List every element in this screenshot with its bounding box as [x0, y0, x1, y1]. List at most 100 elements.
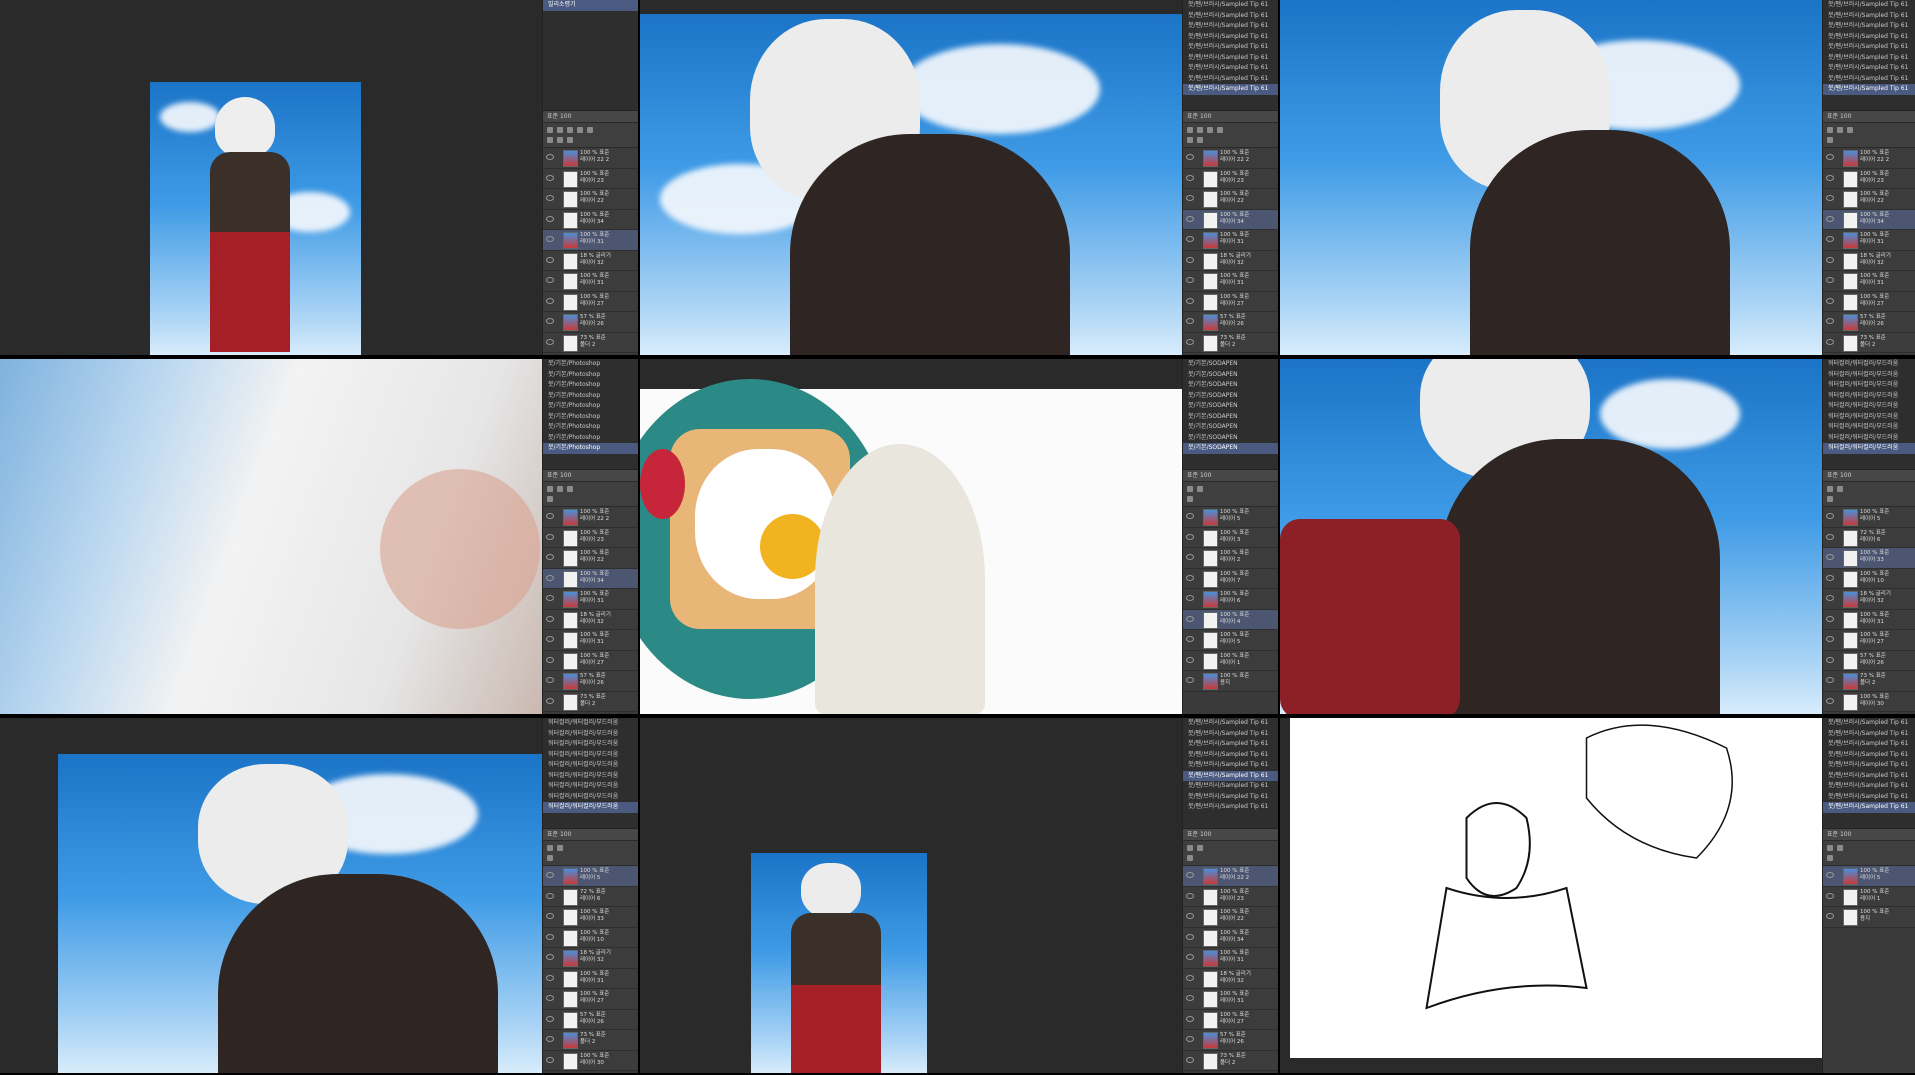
layer-row[interactable]: 100 % 표준 레이어 34 [1823, 209, 1915, 230]
brush-item[interactable]: 붓/펜/브러시/Sampled Tip 61 [1183, 781, 1278, 792]
eye-icon[interactable] [1826, 513, 1834, 519]
brush-item[interactable]: 붓/기본/SODAPEN [1183, 380, 1278, 391]
eye-icon[interactable] [546, 318, 554, 324]
layer-row[interactable]: 100 % 표준 레이어 33 [543, 907, 638, 928]
eye-icon[interactable] [1826, 554, 1834, 560]
brush-item[interactable]: 워터컬러/워터컬러/부드러움 [543, 771, 638, 782]
brush-item[interactable]: 붓/기본/SODAPEN [1183, 412, 1278, 423]
brush-item[interactable]: 붓/펜/브러시/Sampled Tip 61 [1183, 84, 1278, 95]
layer-row[interactable]: 73 % 표준 폴더 2 [543, 691, 638, 712]
eye-icon[interactable] [1826, 615, 1834, 622]
layer-row[interactable]: 57 % 표준 레이어 26 [543, 1009, 638, 1030]
brush-item[interactable]: 붓/펜/브러시/Sampled Tip 61 [1823, 739, 1915, 750]
eye-icon[interactable] [1826, 636, 1834, 642]
brush-item[interactable]: 붓/펜/브러시/Sampled Tip 61 [1183, 770, 1278, 781]
brush-item[interactable]: 붓/펜/브러시/Sampled Tip 61 [1823, 802, 1915, 813]
brush-item[interactable]: 붓/기본/Photoshop [543, 433, 638, 444]
layer-row[interactable]: 100 % 표준 레이어 33 [1823, 548, 1915, 569]
eye-icon[interactable] [546, 215, 554, 222]
layer-row[interactable]: 100 % 표준 레이어 30 [1823, 691, 1915, 712]
brush-item[interactable]: 붓/펜/브러시/Sampled Tip 61 [1823, 750, 1915, 761]
layer-tools[interactable] [1183, 482, 1278, 507]
canvas-area[interactable] [0, 0, 543, 355]
eye-icon[interactable] [1186, 215, 1194, 222]
layer-row[interactable]: 100 % 표준 레이어 34 [1183, 209, 1278, 230]
layer-row[interactable]: 100 % 표준 레이어 23 [543, 168, 638, 189]
layer-row[interactable]: 100 % 표준 레이어 2 [1183, 548, 1278, 569]
layer-row[interactable]: 100 % 표준 레이어 22 [543, 189, 638, 210]
brush-item[interactable]: 붓/펜/브러시/Sampled Tip 61 [1183, 760, 1278, 771]
layer-row[interactable]: 100 % 표준 레이어 30 [543, 1050, 638, 1071]
eye-icon[interactable] [546, 236, 554, 242]
canvas-area[interactable] [640, 718, 1183, 1073]
layer-tools[interactable] [543, 841, 638, 866]
eye-icon[interactable] [1186, 677, 1194, 683]
layer-row[interactable]: 100 % 표준 레이어 7 [1183, 568, 1278, 589]
eye-icon[interactable] [1826, 595, 1834, 601]
eye-icon[interactable] [1186, 195, 1194, 201]
layer-row[interactable]: 73 % 표준 폴더 2 [1823, 332, 1915, 353]
brush-item[interactable]: 붓/펜/브러시/Sampled Tip 61 [1183, 729, 1278, 740]
brush-item[interactable]: 붓/펜/브러시/Sampled Tip 61 [1823, 21, 1915, 32]
eye-icon[interactable] [1186, 954, 1194, 960]
layer-row[interactable]: 72 % 표준 레이어 6 [543, 886, 638, 907]
canvas-area[interactable] [640, 0, 1183, 355]
layer-row[interactable]: 18 % 글리기 레이어 32 [543, 250, 638, 271]
layer-row[interactable]: 100 % 표준 레이어 5 [1823, 866, 1915, 887]
layer-row[interactable]: 100 % 표준 레이어 27 [1823, 630, 1915, 651]
eye-icon[interactable] [1826, 256, 1834, 263]
eye-icon[interactable] [1186, 513, 1194, 519]
layer-row[interactable]: 100 % 표준 레이어 22 2 [1183, 866, 1278, 887]
brush-item[interactable]: 워터컬러/워터컬러/부드러움 [1823, 412, 1915, 423]
layer-row[interactable]: 100 % 표준 레이어 10 [1823, 568, 1915, 589]
layer-row[interactable]: 18 % 글리기 레이어 32 [1183, 250, 1278, 271]
eye-icon[interactable] [546, 1015, 554, 1022]
brush-item[interactable]: 붓/펜/브러시/Sampled Tip 61 [1823, 760, 1915, 771]
brush-item[interactable]: 워터컬러/워터컬러/부드러움 [1823, 370, 1915, 381]
eye-icon[interactable] [546, 697, 554, 704]
eye-icon[interactable] [1826, 277, 1834, 283]
layer-row[interactable]: 100 % 표준 레이어 5 [543, 866, 638, 887]
eye-icon[interactable] [546, 636, 554, 642]
layer-row[interactable]: 57 % 표준 레이어 26 [1823, 312, 1915, 333]
layer-row[interactable]: 100 % 표준 레이어 1 [1823, 886, 1915, 907]
eye-icon[interactable] [1186, 892, 1194, 899]
layer-row[interactable]: 100 % 표준 레이어 23 [543, 527, 638, 548]
eye-icon[interactable] [1186, 974, 1194, 981]
brush-item[interactable]: 붓/기본/SODAPEN [1183, 443, 1278, 454]
eye-icon[interactable] [1826, 677, 1834, 683]
brush-item[interactable]: 붓/펜/브러시/Sampled Tip 61 [1823, 63, 1915, 74]
layer-tools[interactable] [1183, 123, 1278, 148]
blend-mode-bar[interactable]: 표준 100 [543, 470, 638, 482]
layer-row[interactable]: 18 % 글리기 레이어 32 [543, 609, 638, 630]
eye-icon[interactable] [1826, 338, 1834, 345]
eye-icon[interactable] [546, 656, 554, 663]
eye-icon[interactable] [1186, 174, 1194, 181]
layer-row[interactable]: 100 % 표준 레이어 34 [1183, 927, 1278, 948]
brush-item[interactable]: 붓/펜/브러시/Sampled Tip 61 [1823, 32, 1915, 43]
layer-row[interactable]: 100 % 표준 레이어 31 [543, 589, 638, 610]
brush-item[interactable]: 붓/기본/SODAPEN [1183, 422, 1278, 433]
layer-row[interactable]: 100 % 표준 레이어 22 2 [543, 507, 638, 528]
brush-item[interactable]: 붓/기본/Photoshop [543, 443, 638, 454]
brush-item[interactable]: 밀리소령기 [543, 0, 638, 11]
eye-icon[interactable] [1826, 297, 1834, 304]
layer-row[interactable]: 100 % 표준 레이어 27 [543, 291, 638, 312]
brush-item[interactable]: 붓/펜/브러시/Sampled Tip 61 [1823, 74, 1915, 85]
eye-icon[interactable] [546, 195, 554, 201]
brush-item[interactable]: 워터컬러/워터컬러/부드러움 [543, 792, 638, 803]
eye-icon[interactable] [546, 297, 554, 304]
layer-row[interactable]: 18 % 글리기 레이어 32 [1183, 968, 1278, 989]
brush-item[interactable]: 워터컬러/워터컬러/부드러움 [543, 729, 638, 740]
blend-mode-bar[interactable]: 표준 100 [543, 829, 638, 841]
layer-row[interactable]: 100 % 표준 레이어 34 [543, 209, 638, 230]
layer-row[interactable]: 57 % 표준 레이어 26 [1183, 312, 1278, 333]
canvas-area[interactable] [1280, 359, 1823, 714]
layer-row[interactable]: 100 % 표준 레이어 27 [1183, 1009, 1278, 1030]
blend-mode-bar[interactable]: 표준 100 [1823, 111, 1915, 123]
brush-item[interactable]: 붓/기본/Photoshop [543, 422, 638, 433]
brush-item[interactable]: 붓/펜/브러시/Sampled Tip 61 [1823, 781, 1915, 792]
blend-mode-bar[interactable]: 표준 100 [1823, 470, 1915, 482]
layer-tools[interactable] [1823, 482, 1915, 507]
eye-icon[interactable] [546, 933, 554, 940]
